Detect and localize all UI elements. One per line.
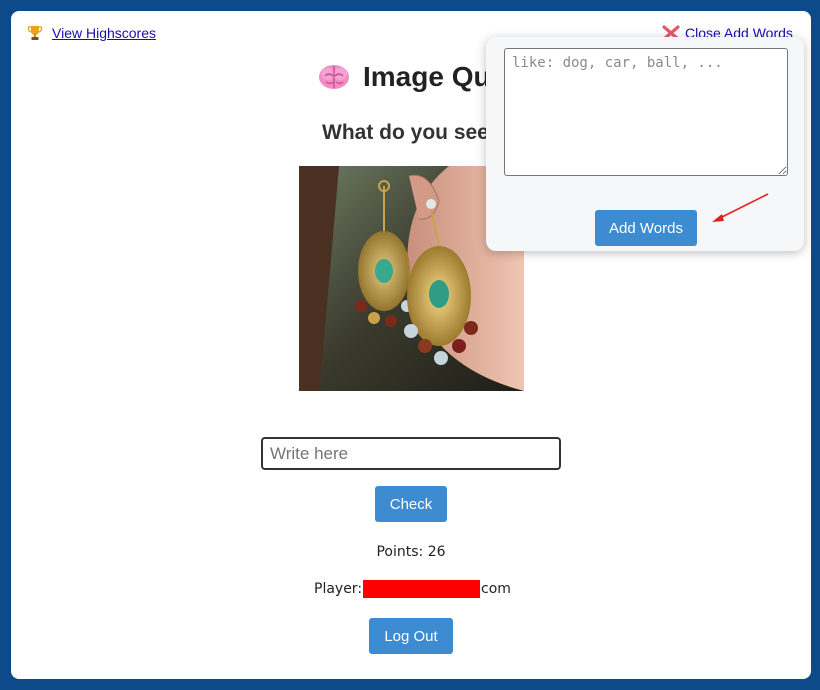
check-button[interactable]: Check [375, 486, 447, 522]
points-label: Points: [376, 544, 424, 560]
points-display: Points: 26 [11, 544, 811, 560]
brain-icon [317, 62, 351, 92]
logout-button[interactable]: Log Out [369, 618, 453, 654]
view-highscores-link[interactable]: View Highscores [27, 25, 156, 41]
annotation-arrow-icon [712, 193, 769, 222]
player-display: Player: com [314, 580, 511, 598]
redacted-email [363, 580, 481, 598]
view-highscores-label: View Highscores [52, 25, 157, 41]
add-words-textarea[interactable] [504, 48, 788, 176]
page-title-text: Image Qu [363, 61, 491, 92]
answer-input[interactable] [261, 437, 561, 470]
player-email-suffix: com [481, 581, 511, 597]
points-value: 26 [427, 544, 446, 560]
page-title: Image Qu [317, 61, 491, 93]
add-words-button[interactable]: Add Words [595, 210, 697, 246]
quiz-question: What do you see [322, 121, 489, 144]
player-label: Player: [314, 581, 363, 597]
trophy-icon [27, 25, 43, 41]
